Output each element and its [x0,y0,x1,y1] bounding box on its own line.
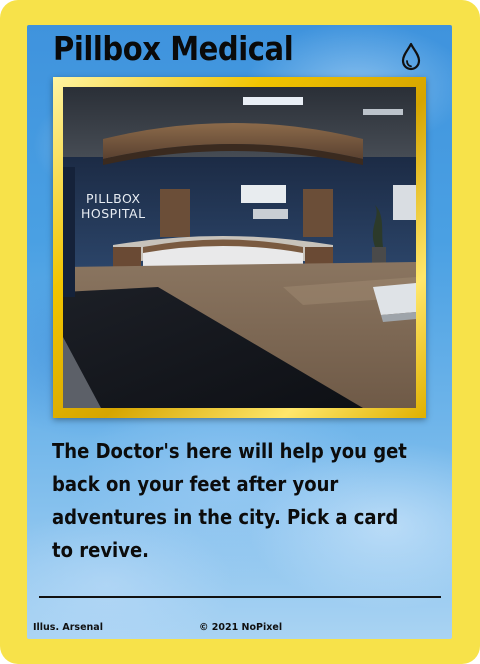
sign-line-2: HOSPITAL [81,206,146,221]
card-face: Pillbox Medical PILLBOX HOSPITAL The Doc… [27,25,452,639]
hospital-wall-sign: PILLBOX HOSPITAL [81,191,146,221]
hospital-lobby-illustration: PILLBOX HOSPITAL [63,87,416,408]
illustrator-credit: Illus. Arsenal [33,622,103,633]
copyright-notice: © 2021 NoPixel [199,622,283,633]
footer-divider [39,596,441,598]
card-description: The Doctor's here will help you get back… [52,439,407,562]
sign-line-1: PILLBOX [85,191,141,206]
game-card[interactable]: Pillbox Medical PILLBOX HOSPITAL The Doc… [0,0,480,664]
card-art-frame: PILLBOX HOSPITAL [53,77,426,418]
water-drop-icon [401,42,421,71]
card-title: Pillbox Medical [53,29,294,68]
